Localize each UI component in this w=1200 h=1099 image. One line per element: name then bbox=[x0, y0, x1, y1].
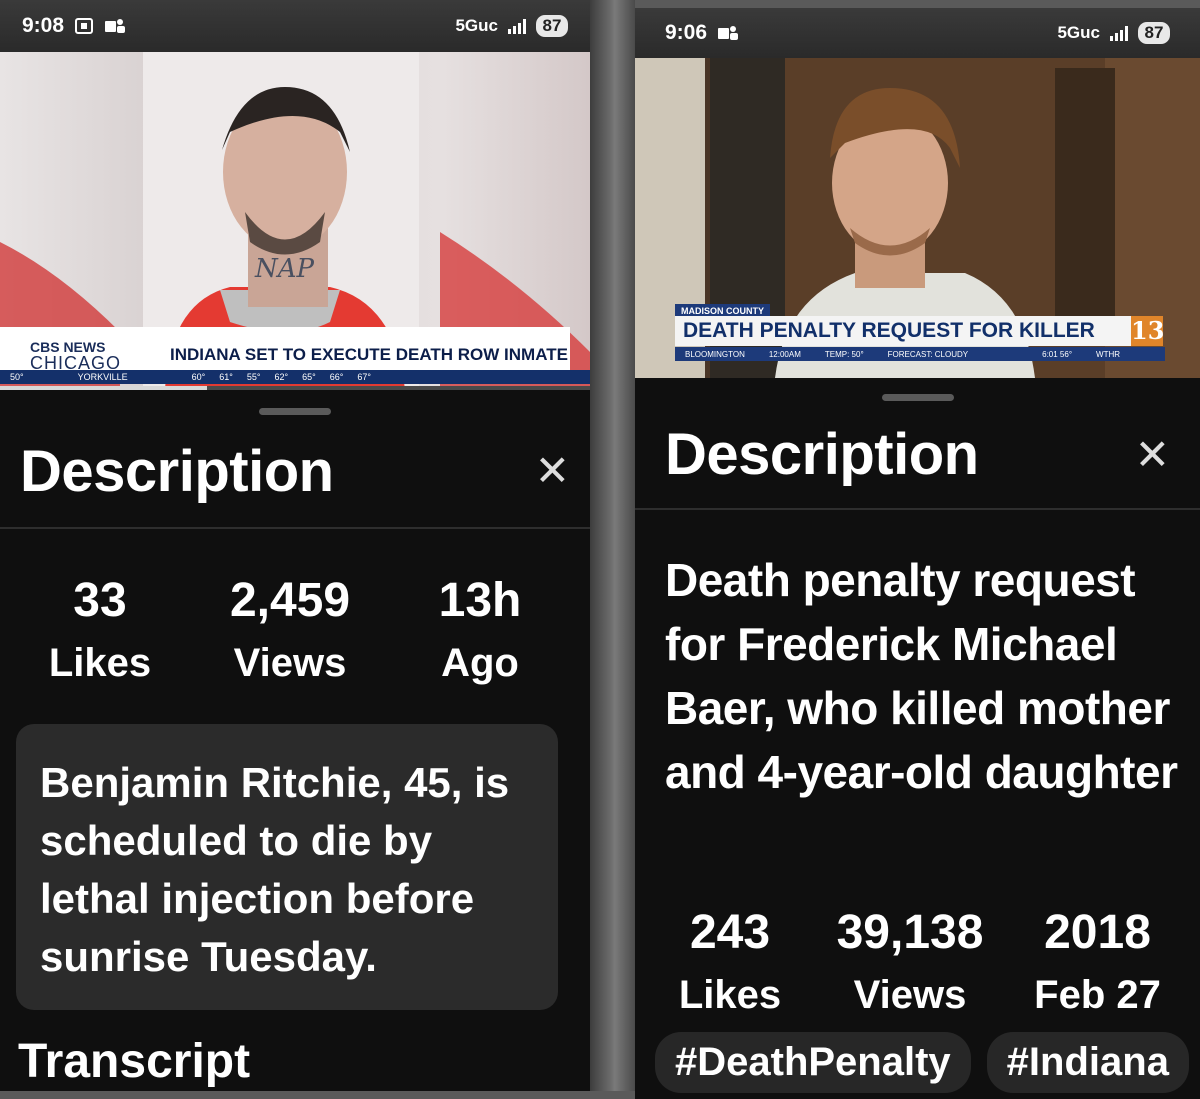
drag-handle[interactable] bbox=[259, 408, 331, 415]
sheet-header: Description ✕ bbox=[635, 401, 1200, 510]
likes-stat: 33 Likes bbox=[0, 570, 200, 694]
battery-icon: 87 bbox=[536, 15, 568, 37]
likes-count: 243 bbox=[689, 906, 771, 959]
status-time: 9:08 bbox=[22, 14, 65, 37]
transcript-heading: Transcript bbox=[18, 1035, 251, 1088]
forecast-5: 66° bbox=[329, 372, 344, 382]
forecast-4: 65° bbox=[302, 372, 316, 382]
video-stats: 33 Likes 2,459 Views 13h Ago bbox=[0, 570, 590, 694]
cbs-news-logo: CBS NEWS CHICAGO bbox=[0, 339, 150, 373]
forecast-0: 60° bbox=[191, 372, 206, 382]
ticker-location: YORKVILLE bbox=[77, 372, 128, 382]
teams-icon bbox=[104, 17, 126, 35]
description-sheet: Description ✕ 33 Likes 2,459 Views 13h A… bbox=[0, 394, 590, 1091]
teams-icon bbox=[717, 24, 739, 42]
bar-forecast: FORECAST: CLOUDY bbox=[887, 349, 969, 359]
video-stats: 243 Likes 39,138 Views 2018 Feb 27 bbox=[635, 902, 1200, 1026]
age-stat: 13h Ago bbox=[380, 570, 580, 694]
publish-date: Feb 27 bbox=[1034, 973, 1161, 1017]
channel-logo: 13 bbox=[1131, 316, 1165, 346]
description-sheet: Description ✕ Death penalty request for … bbox=[635, 382, 1200, 1099]
views-label: Views bbox=[233, 641, 347, 685]
news-headline: DEATH PENALTY REQUEST FOR KILLER bbox=[675, 316, 1131, 346]
video-progress-bar[interactable] bbox=[0, 386, 590, 390]
screenshot-divider bbox=[590, 0, 635, 1091]
right-phone-screen: 9:06 5Guc 87 MADISON COUNTY DEATH PENALT… bbox=[635, 8, 1200, 1099]
close-icon[interactable]: ✕ bbox=[535, 450, 570, 492]
network-type: 5Guc bbox=[455, 16, 498, 35]
bar-temp: TEMP: 50° bbox=[824, 349, 864, 359]
hashtag-chip[interactable]: #Indiana bbox=[986, 1032, 1189, 1093]
news-headline: INDIANA SET TO EXECUTE DEATH ROW INMATE bbox=[170, 345, 568, 364]
status-bar: 9:08 5Guc 87 bbox=[0, 0, 590, 52]
sheet-title: Description bbox=[665, 422, 979, 487]
video-progress-fill bbox=[0, 386, 207, 390]
bar-time: 12:00AM bbox=[768, 349, 801, 359]
logo-line2: CHICAGO bbox=[30, 353, 122, 373]
likes-stat: 243 Likes bbox=[635, 902, 825, 1026]
video-player[interactable]: NAP CBS NEWS CHICAGO INDIANA SET TO EXEC… bbox=[0, 52, 590, 390]
bar-station: WTHR bbox=[1096, 349, 1121, 359]
views-label: Views bbox=[853, 973, 967, 1017]
bar-location: BLOOMINGTON bbox=[685, 349, 745, 359]
signal-icon bbox=[1110, 25, 1128, 41]
forecast-1: 61° bbox=[219, 372, 233, 382]
hashtag-chip[interactable]: #DeathPenalty bbox=[655, 1032, 971, 1093]
date-stat: 2018 Feb 27 bbox=[995, 902, 1200, 1026]
forecast-6: 67° bbox=[357, 372, 372, 382]
ticker-temp: 50° bbox=[10, 372, 24, 382]
views-count: 39,138 bbox=[836, 906, 984, 959]
forecast-3: 62° bbox=[274, 372, 289, 382]
news-info-bar: BLOOMINGTON 12:00AM TEMP: 50° FORECAST: … bbox=[675, 347, 1165, 361]
hashtag-list: #DeathPenalty #Indiana bbox=[655, 1032, 1189, 1093]
views-stat: 39,138 Views bbox=[825, 902, 995, 1026]
publish-year: 2018 bbox=[1044, 906, 1151, 959]
drag-handle[interactable] bbox=[881, 394, 954, 401]
signal-icon bbox=[508, 18, 526, 34]
likes-label: Likes bbox=[48, 641, 152, 685]
screenshot-icon bbox=[74, 17, 94, 35]
weather-ticker: 50° YORKVILLE 60° 61° 55° 62° 65° 66° 67… bbox=[0, 370, 590, 384]
views-stat: 2,459 Views bbox=[200, 570, 380, 694]
status-time: 9:06 bbox=[665, 21, 708, 44]
description-text[interactable]: Benjamin Ritchie, 45, is scheduled to di… bbox=[16, 724, 558, 1010]
sheet-title: Description bbox=[20, 438, 334, 504]
likes-label: Likes bbox=[678, 973, 782, 1017]
close-icon[interactable]: ✕ bbox=[1135, 433, 1170, 476]
bar-clock: 6:01 56° bbox=[1042, 349, 1073, 359]
network-type: 5Guc bbox=[1057, 23, 1100, 42]
left-phone-screen: 9:08 5Guc 87 NAP CBS NEWS CHICAGO INDIAN… bbox=[0, 0, 590, 1091]
likes-count: 33 bbox=[73, 574, 127, 627]
svg-text:NAP: NAP bbox=[254, 254, 315, 284]
video-player[interactable]: MADISON COUNTY DEATH PENALTY REQUEST FOR… bbox=[635, 58, 1200, 378]
forecast-2: 55° bbox=[246, 372, 261, 382]
sheet-header: Description ✕ bbox=[0, 415, 590, 529]
views-count: 2,459 bbox=[229, 574, 351, 627]
status-bar: 9:06 5Guc 87 bbox=[635, 8, 1200, 58]
age-value: 13h bbox=[438, 574, 522, 627]
battery-icon: 87 bbox=[1138, 22, 1170, 44]
video-title: Death penalty request for Frederick Mich… bbox=[665, 554, 1178, 798]
age-label: Ago bbox=[441, 641, 519, 685]
